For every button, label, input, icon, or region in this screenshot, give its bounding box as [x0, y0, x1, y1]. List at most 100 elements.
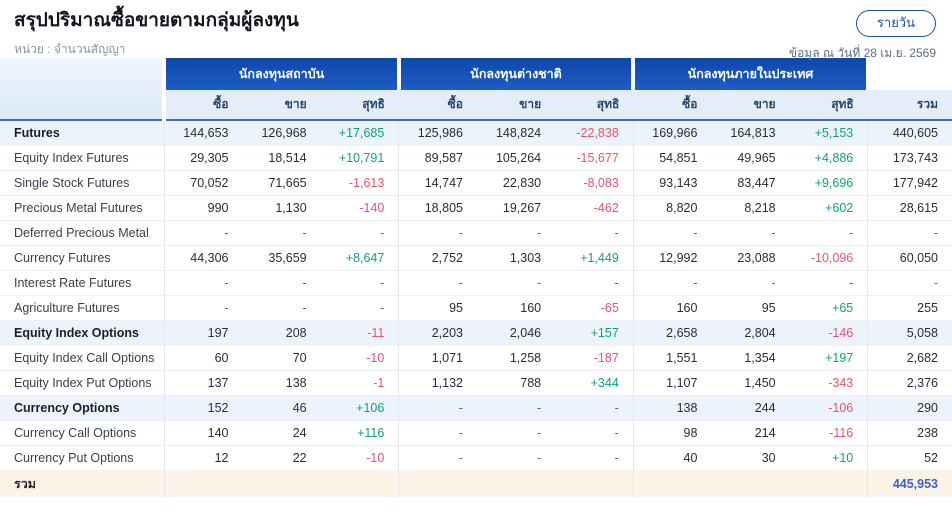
data-cell: - [476, 270, 556, 296]
data-cell: 2,376 [867, 370, 952, 396]
data-cell: -187 [555, 345, 634, 371]
page-header: สรุปปริมาณซื้อขายตามกลุ่มผู้ลงทุน หน่วย … [0, 0, 952, 60]
data-cell: 5,058 [867, 320, 952, 346]
data-cell: 2,752 [398, 245, 477, 271]
data-cell: 14,747 [398, 170, 477, 196]
data-cell: +10,791 [320, 145, 400, 171]
data-cell: 2,203 [398, 320, 477, 346]
data-cell: 40 [633, 445, 712, 471]
data-cell: 52 [867, 445, 952, 471]
table-row: Currency Futures 44,306 35,659 +8,647 2,752 1… [0, 245, 952, 271]
data-cell [320, 470, 400, 497]
data-cell: -140 [320, 195, 400, 221]
data-cell: +65 [789, 295, 869, 321]
row-label: Equity Index Futures [0, 145, 165, 171]
data-cell: 12,992 [633, 245, 712, 271]
data-cell: -22,838 [555, 120, 634, 146]
data-cell: 44,306 [164, 245, 243, 271]
data-cell [242, 470, 321, 497]
data-cell [789, 470, 869, 497]
data-cell: 12 [164, 445, 243, 471]
col-net-0: สุทธิ [320, 90, 399, 121]
data-cell: 126,968 [242, 120, 321, 146]
grand-total-row: รวม 445,953 [0, 470, 952, 497]
data-cell: 160 [476, 295, 556, 321]
data-cell: - [633, 220, 712, 246]
data-cell: 83,447 [711, 170, 790, 196]
data-cell: 990 [164, 195, 243, 221]
data-cell: 238 [867, 420, 952, 446]
data-cell: 214 [711, 420, 790, 446]
data-cell: +4,886 [789, 145, 869, 171]
title-block: สรุปปริมาณซื้อขายตามกลุ่มผู้ลงทุน หน่วย … [14, 10, 299, 59]
data-cell: 440,605 [867, 120, 952, 146]
data-cell: - [398, 420, 477, 446]
data-cell: 18,805 [398, 195, 477, 221]
unit-label: หน่วย : จำนวนสัญญา [14, 41, 126, 56]
col-sell-1: ขาย [476, 90, 556, 121]
table-row: Interest Rate Futures - - - - - - - - - - [0, 270, 952, 296]
data-cell: 22,830 [476, 170, 556, 196]
data-cell: +1,449 [555, 245, 634, 271]
data-cell: +157 [555, 320, 634, 346]
row-label: Equity Index Options [0, 320, 165, 346]
data-cell: 138 [633, 395, 712, 421]
col-buy-1: ซื้อ [398, 90, 477, 121]
data-cell: 8,218 [711, 195, 790, 221]
data-cell: -8,083 [555, 170, 634, 196]
period-daily-button[interactable]: รายวัน [855, 10, 936, 37]
data-cell: - [633, 270, 712, 296]
data-cell: 169,966 [633, 120, 712, 146]
data-cell: 60,050 [867, 245, 952, 271]
data-cell: - [555, 395, 634, 421]
row-label: Equity Index Put Options [0, 370, 165, 396]
data-cell: - [476, 420, 556, 446]
data-cell: 1,130 [242, 195, 321, 221]
data-cell [476, 470, 556, 497]
data-cell: 24 [242, 420, 321, 446]
data-cell: 1,071 [398, 345, 477, 371]
table-row: Currency Call Options 140 24 +116- - -98 214 -1… [0, 420, 952, 446]
table-row: Currency Options 152 46 +106- - -138 244 -106 29… [0, 395, 952, 421]
data-cell: -462 [555, 195, 634, 221]
data-cell: +106 [320, 395, 400, 421]
row-label: Currency Put Options [0, 445, 165, 471]
data-cell: 49,965 [711, 145, 790, 171]
data-cell: -15,677 [555, 145, 634, 171]
data-cell: 2,046 [476, 320, 556, 346]
data-cell: - [867, 270, 952, 296]
data-cell: - [242, 270, 321, 296]
data-cell: 788 [476, 370, 556, 396]
col-net-2: สุทธิ [789, 90, 868, 121]
grand-total-value: 445,953 [867, 470, 952, 497]
table-row: Agriculture Futures - - -95 160 -65 160 95 +65 25… [0, 295, 952, 321]
group-header-0: นักลงทุนสถาบัน [162, 58, 399, 90]
data-cell: 148,824 [476, 120, 556, 146]
data-cell: 1,551 [633, 345, 712, 371]
data-cell: - [164, 220, 243, 246]
data-cell: - [398, 395, 477, 421]
data-cell: 255 [867, 295, 952, 321]
data-cell: 29,305 [164, 145, 243, 171]
data-cell: 137 [164, 370, 243, 396]
data-cell: - [555, 270, 634, 296]
data-cell: - [789, 270, 869, 296]
investor-summary-table: นักลงทุนสถาบัน นักลงทุนต่างชาติ นักลงทุนภา… [0, 58, 952, 497]
data-cell: +9,696 [789, 170, 869, 196]
data-cell: 98 [633, 420, 712, 446]
data-cell: - [164, 270, 243, 296]
data-cell: - [320, 270, 400, 296]
data-cell [164, 470, 243, 497]
table-row: Futures 144,653 126,968 +17,685 125,986 148,8… [0, 120, 952, 146]
data-cell: 1,132 [398, 370, 477, 396]
data-cell: - [711, 270, 790, 296]
data-cell: - [242, 220, 321, 246]
col-total: รวม [867, 90, 952, 121]
data-cell: 1,450 [711, 370, 790, 396]
data-cell: 244 [711, 395, 790, 421]
row-label: Single Stock Futures [0, 170, 165, 196]
data-cell: 105,264 [476, 145, 556, 171]
row-label: Deferred Precious Metal [0, 220, 165, 246]
table-row: Precious Metal Futures 990 1,130 -140 18,805… [0, 195, 952, 221]
table-header: นักลงทุนสถาบัน นักลงทุนต่างชาติ นักลงทุนภา… [0, 58, 952, 121]
